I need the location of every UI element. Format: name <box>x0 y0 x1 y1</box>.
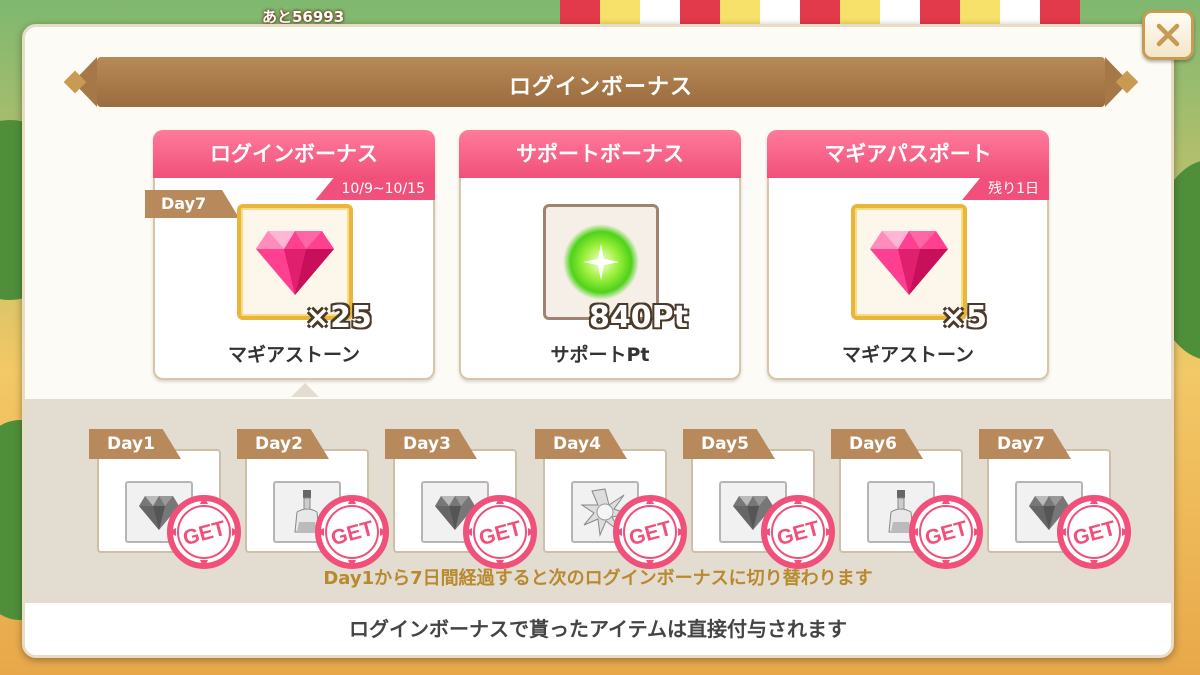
login-bonus-card: ログインボーナス 10/9~10/15 Day7 ×25 マギアストーン <box>145 130 435 380</box>
magia-passport-card: マギアパスポート 残り1日 ×5 マギアストーン <box>767 130 1049 380</box>
support-bonus-card: サポートボーナス 840Pt サポートPt <box>459 130 741 380</box>
card-period: 10/9~10/15 <box>315 178 435 200</box>
item-quantity: ×5 <box>941 300 988 335</box>
day-tag: Day7 <box>145 190 239 218</box>
day-label: Day4 <box>535 429 627 459</box>
get-stamp-icon: GET <box>613 495 687 569</box>
get-stamp-icon: GET <box>909 495 983 569</box>
card-header: ログインボーナス <box>153 130 435 178</box>
day-reward-cell[interactable]: Day2 GET <box>237 429 389 569</box>
get-stamp-icon: GET <box>1057 495 1131 569</box>
dialog-title-bar: ログインボーナス <box>63 57 1139 107</box>
get-stamp-icon: GET <box>315 495 389 569</box>
card-header: マギアパスポート <box>767 130 1049 178</box>
day-label: Day1 <box>89 429 181 459</box>
footer-note: ログインボーナスで貰ったアイテムは直接付与されます <box>25 603 1171 655</box>
item-name: サポートPt <box>550 344 650 366</box>
get-stamp-icon: GET <box>761 495 835 569</box>
item-name: マギアストーン <box>841 344 975 366</box>
magia-stone-icon <box>256 231 334 295</box>
get-stamp-icon: GET <box>463 495 537 569</box>
day-label: Day7 <box>979 429 1071 459</box>
close-icon <box>1156 23 1180 47</box>
dialog-title: ログインボーナス <box>508 75 693 100</box>
day-reward-cell[interactable]: Day4 GET <box>535 429 687 569</box>
current-card-pointer <box>291 383 319 397</box>
day-reward-cell[interactable]: Day3 GET <box>385 429 537 569</box>
get-stamp-icon: GET <box>167 495 241 569</box>
item-quantity: 840Pt <box>589 300 688 335</box>
card-remaining: 残り1日 <box>962 178 1049 200</box>
day-reward-cell[interactable]: Day5 GET <box>683 429 835 569</box>
day-reward-cell[interactable]: Day7 GET <box>979 429 1131 569</box>
day-label: Day6 <box>831 429 923 459</box>
item-quantity: ×25 <box>305 300 372 335</box>
rotation-info-text: Day1から7日間経過すると次のログインボーナスに切り替わります <box>323 568 873 589</box>
day-reward-cell[interactable]: Day1 GET <box>89 429 241 569</box>
day-reward-cell[interactable]: Day6 GET <box>831 429 983 569</box>
login-bonus-dialog: ログインボーナス ログインボーナス 10/9~10/15 Day7 ×25 マギ… <box>22 24 1174 658</box>
day-label: Day3 <box>385 429 477 459</box>
card-header: サポートボーナス <box>459 130 741 178</box>
support-point-icon <box>563 224 639 300</box>
day-label: Day2 <box>237 429 329 459</box>
day-label: Day5 <box>683 429 775 459</box>
close-button[interactable] <box>1142 10 1194 60</box>
magia-stone-icon <box>870 231 948 295</box>
item-name: マギアストーン <box>227 344 361 366</box>
